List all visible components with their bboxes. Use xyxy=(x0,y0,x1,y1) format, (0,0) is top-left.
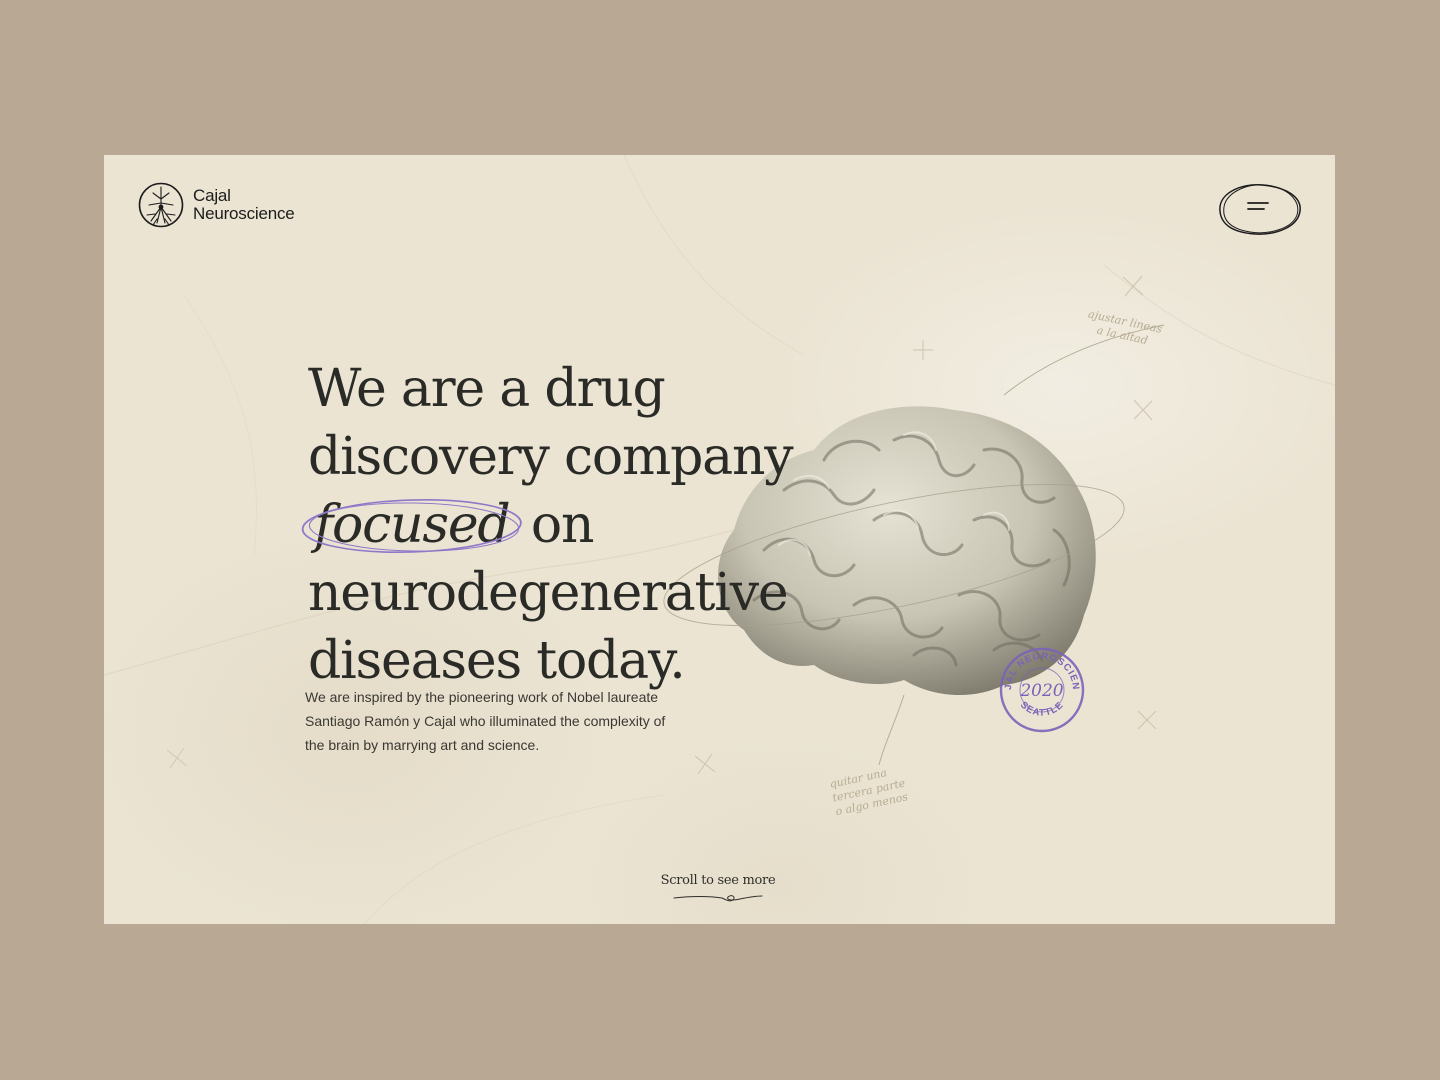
handwritten-note-bottom: quitar una tercera parte o algo menos xyxy=(828,766,910,819)
handwritten-note-top: ajustar lineas a la altad xyxy=(1087,307,1164,348)
sketch-cross-mark xyxy=(1133,399,1153,421)
menu-button[interactable] xyxy=(1212,177,1304,239)
headline-emphasis-word: focused xyxy=(314,495,511,555)
stamp-bottom-text: SEATTLE xyxy=(1018,700,1066,719)
headline-text-before: We are a drug discovery company xyxy=(308,359,794,487)
headline-emphasis: focused xyxy=(301,491,522,559)
seattle-2020-stamp: CAJAL NEUROSCIENCE SEATTLE 2020 xyxy=(997,645,1085,733)
hero-intro-paragraph: We are inspired by the pioneering work o… xyxy=(305,689,666,753)
hero-headline: We are a drug discovery company focused … xyxy=(301,355,908,695)
landing-page: Cajal Neuroscience ajustar lineas a la a… xyxy=(104,155,1335,924)
sketch-cross-mark xyxy=(694,753,716,775)
sketch-cross-mark xyxy=(1122,275,1144,297)
brand-logo-link[interactable]: Cajal Neuroscience xyxy=(137,181,295,229)
hamburger-menu-icon xyxy=(1219,184,1301,235)
brand-name-line1: Cajal xyxy=(193,186,231,205)
scroll-label: Scroll to see more xyxy=(660,873,776,888)
neuron-circle-icon xyxy=(138,182,184,228)
scroll-to-see-more-link[interactable]: Scroll to see more xyxy=(658,873,778,904)
brand-name: Cajal Neuroscience xyxy=(193,187,295,223)
stamp-year: 2020 xyxy=(1019,681,1063,701)
sketch-cross-mark xyxy=(166,747,188,769)
scroll-underline-squiggle-icon xyxy=(673,895,763,902)
sketch-cross-mark xyxy=(913,340,933,360)
brand-name-line2: Neuroscience xyxy=(193,204,295,223)
sketch-cross-mark xyxy=(1137,710,1157,730)
